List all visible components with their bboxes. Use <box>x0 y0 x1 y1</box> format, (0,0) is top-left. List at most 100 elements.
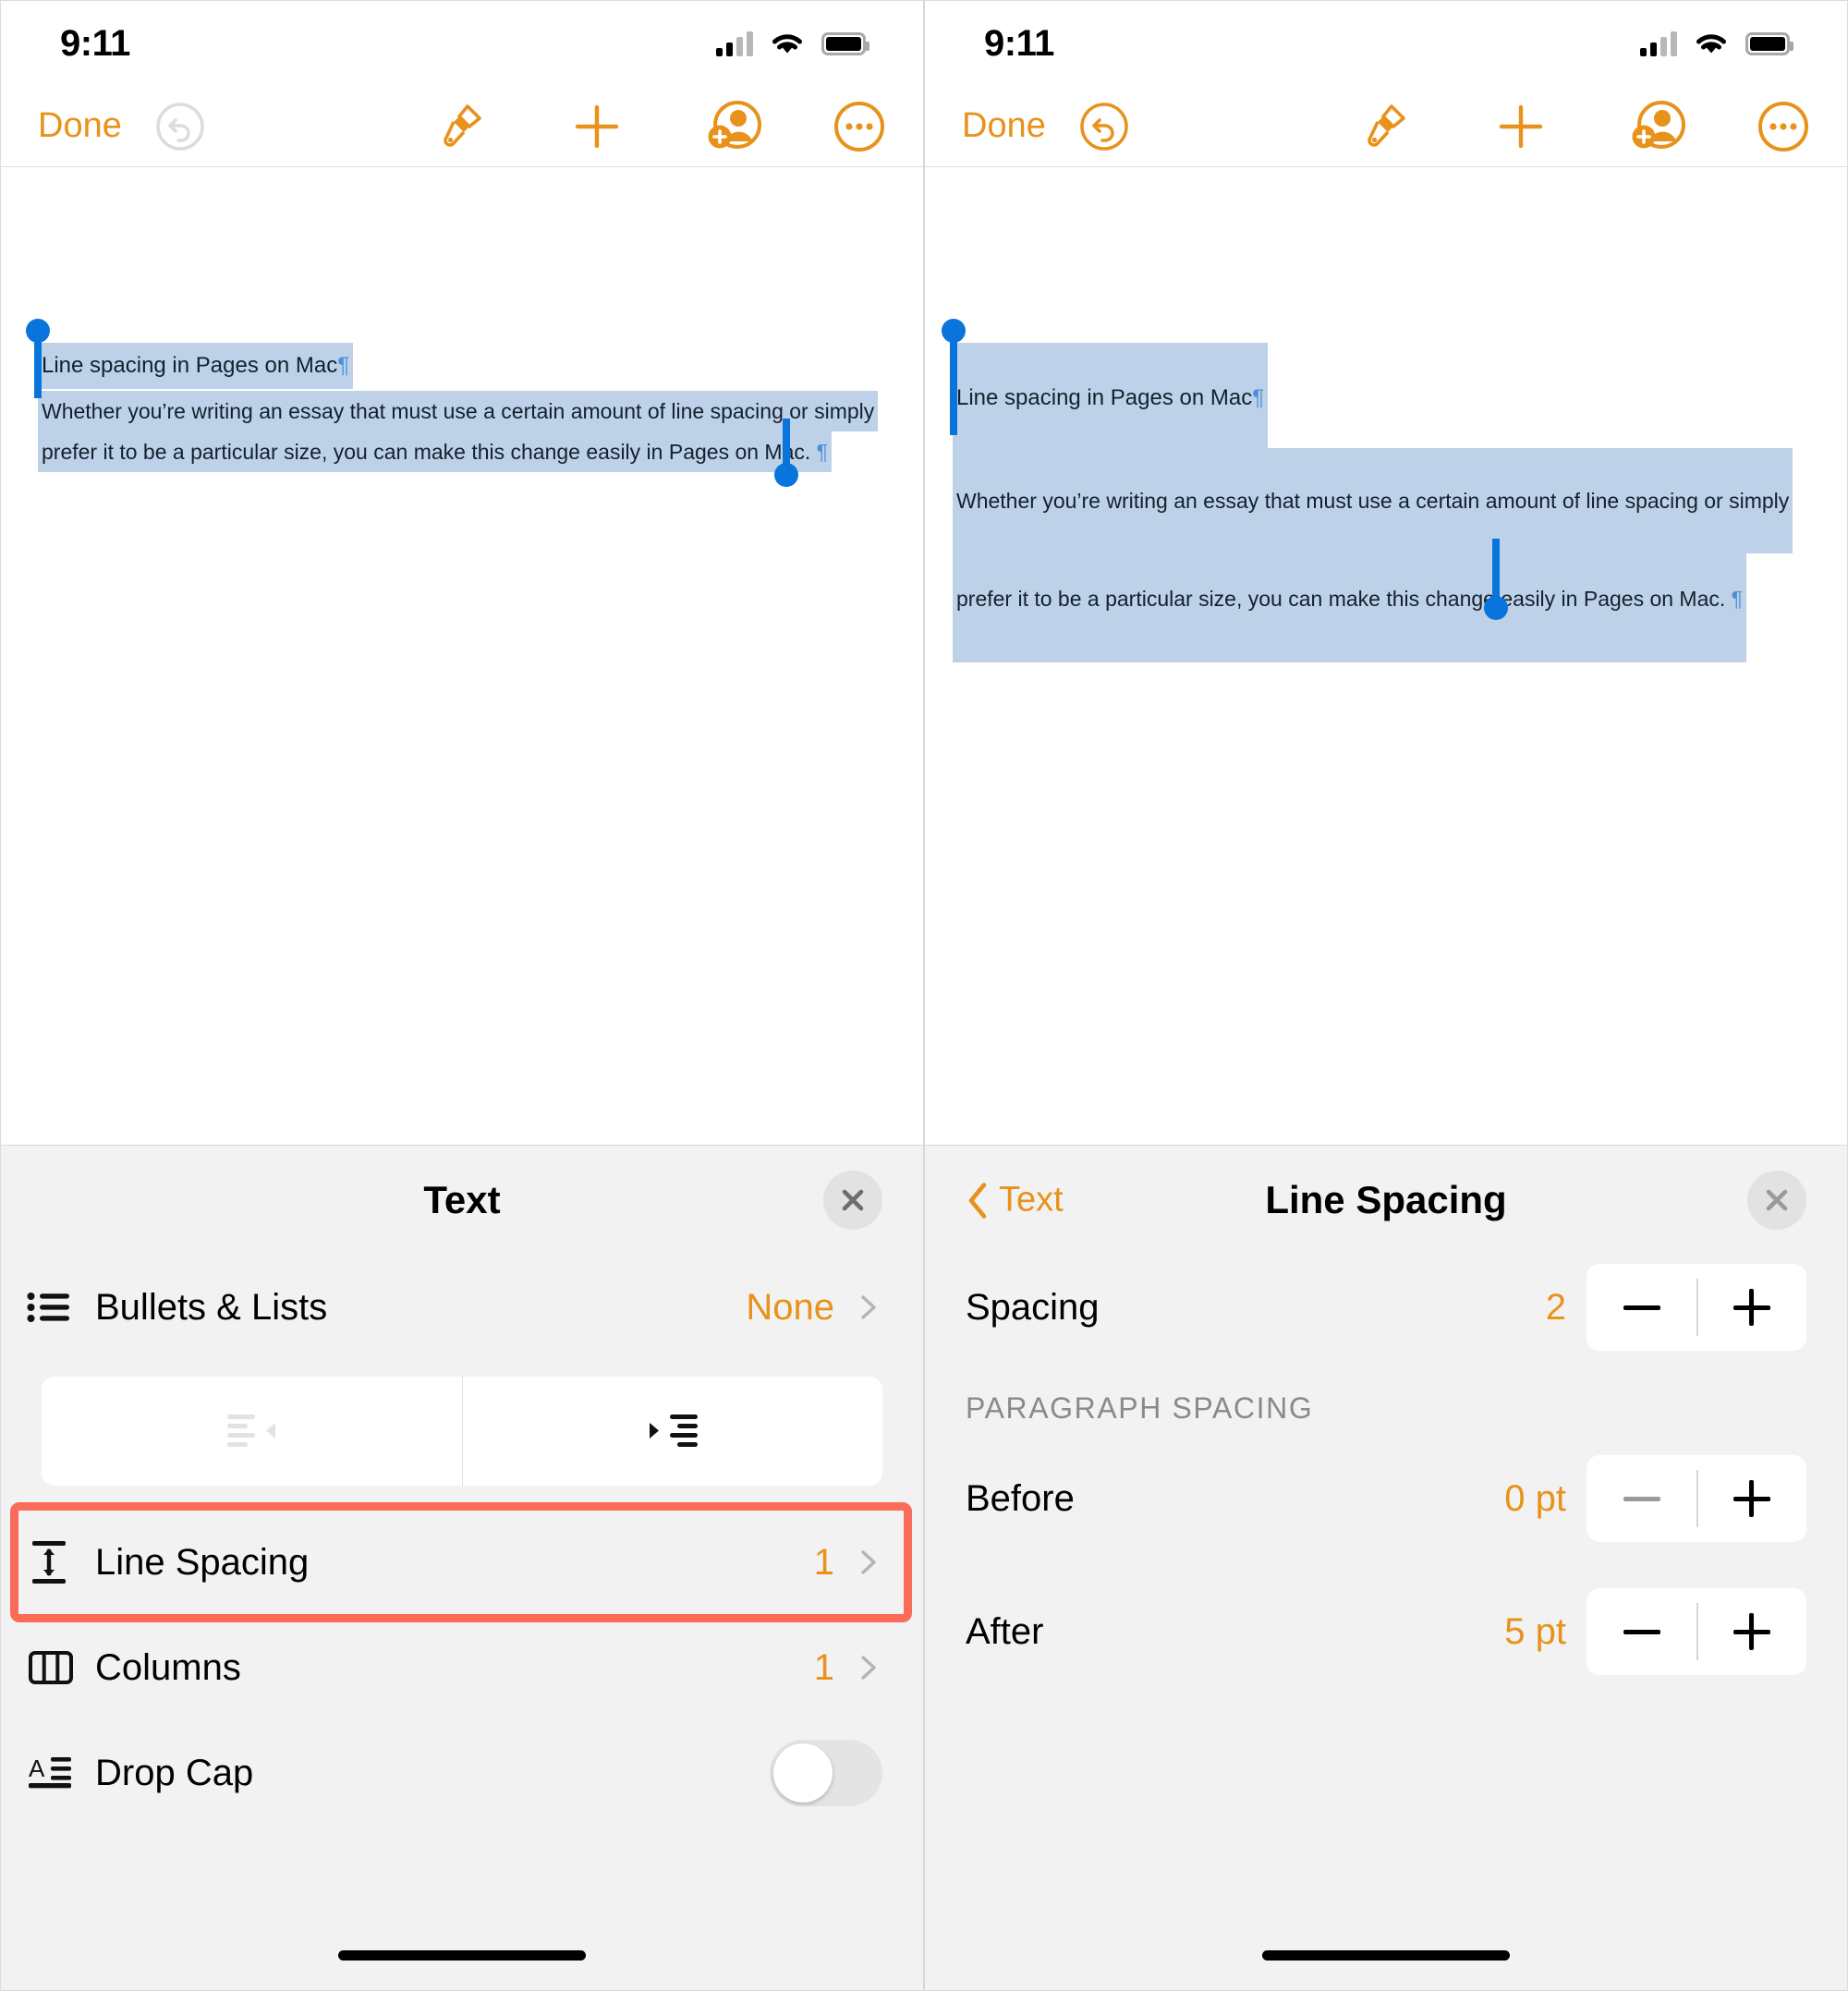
done-button[interactable]: Done <box>38 106 122 146</box>
document-canvas-after[interactable]: Line spacing in Pages on Mac¶ Whether yo… <box>925 167 1847 1145</box>
sheet-body: Bullets & Lists None Line Spacing 1 Colu… <box>1 1255 923 1920</box>
selection-end-handle[interactable] <box>1484 539 1508 620</box>
undo-icon[interactable] <box>1076 98 1133 155</box>
signal-bars-icon <box>1640 30 1677 56</box>
undo-icon[interactable] <box>152 98 209 155</box>
close-icon[interactable] <box>823 1171 882 1230</box>
after-stepper[interactable] <box>1587 1588 1806 1675</box>
minus-icon <box>1623 1305 1660 1310</box>
minus-icon <box>1623 1629 1660 1634</box>
plus-icon <box>1732 1480 1770 1517</box>
minus-icon <box>1623 1496 1660 1501</box>
battery-icon <box>821 31 869 55</box>
sheet-title: Text <box>423 1178 501 1221</box>
signal-bars-icon <box>716 30 753 56</box>
drop-cap-icon: A <box>27 1753 95 1793</box>
document-body-line-1: Whether you’re writing an essay that mus… <box>38 391 879 431</box>
selection-start-handle[interactable] <box>942 319 966 435</box>
paragraph-spacing-caption: PARAGRAPH SPACING <box>966 1391 1314 1425</box>
status-bar: 9:11 <box>1 1 923 86</box>
row-label: Line Spacing <box>95 1541 310 1583</box>
document-body-line-2: prefer it to be a particular size, you c… <box>953 546 1747 662</box>
after-decrement-button[interactable] <box>1587 1588 1696 1675</box>
sheet-title: Line Spacing <box>1265 1178 1507 1221</box>
row-after: After 5 pt <box>925 1579 1847 1684</box>
selection-end-handle[interactable] <box>774 419 798 487</box>
format-sheet-text: Text Bullets & Lists None Line Spacing 1… <box>1 1145 923 1990</box>
row-label: Drop Cap <box>95 1752 254 1793</box>
indent-button-group <box>42 1377 882 1486</box>
decrease-indent-icon[interactable] <box>42 1377 462 1486</box>
row-line-spacing[interactable]: Line Spacing 1 <box>1 1502 923 1622</box>
row-label: Bullets & Lists <box>95 1286 328 1328</box>
document-text-block[interactable]: Line spacing in Pages on Mac¶ Whether yo… <box>942 319 1812 662</box>
document-heading: Line spacing in Pages on Mac¶ <box>953 343 1269 461</box>
format-sheet-line-spacing: Text Line Spacing Spacing 2 PARAGRAPH SP… <box>925 1145 1847 1990</box>
row-label: Before <box>966 1477 1075 1519</box>
screen-after: 9:11 Done Line spacing in Pages on Mac¶ … <box>924 0 1848 1991</box>
row-label: After <box>966 1610 1044 1652</box>
sheet-header: Text Line Spacing <box>925 1146 1847 1255</box>
row-value: 0 pt <box>1504 1477 1566 1519</box>
sheet-body: Spacing 2 PARAGRAPH SPACING Before 0 pt <box>925 1255 1847 1920</box>
battery-icon <box>1745 31 1793 55</box>
row-value: 1 <box>813 1541 834 1583</box>
back-label: Text <box>999 1180 1064 1220</box>
chevron-right-icon <box>861 1656 876 1680</box>
plus-icon[interactable] <box>1492 98 1550 155</box>
paintbrush-icon[interactable] <box>1354 98 1411 155</box>
row-label: Spacing <box>966 1286 1100 1328</box>
spacing-stepper[interactable] <box>1587 1264 1806 1351</box>
status-indicators <box>716 30 869 57</box>
after-increment-button[interactable] <box>1696 1588 1806 1675</box>
row-value: 1 <box>813 1646 834 1688</box>
plus-icon <box>1732 1613 1770 1650</box>
row-value: 5 pt <box>1504 1610 1566 1652</box>
app-toolbar: Done <box>925 86 1847 167</box>
status-time: 9:11 <box>60 22 130 64</box>
before-increment-button[interactable] <box>1696 1455 1806 1542</box>
plus-icon[interactable] <box>568 98 626 155</box>
ellipsis-circle-icon[interactable] <box>831 98 888 155</box>
document-canvas-before[interactable]: Line spacing in Pages on Mac¶ Whether yo… <box>1 167 923 1145</box>
document-heading: Line spacing in Pages on Mac¶ <box>38 343 354 389</box>
status-indicators <box>1640 30 1793 57</box>
done-button[interactable]: Done <box>962 106 1046 146</box>
bullets-list-icon <box>27 1289 95 1326</box>
add-person-icon[interactable] <box>1631 98 1688 155</box>
before-stepper[interactable] <box>1587 1455 1806 1542</box>
row-value: 2 <box>1545 1286 1566 1328</box>
spacing-increment-button[interactable] <box>1696 1264 1806 1351</box>
svg-text:A: A <box>29 1754 45 1782</box>
row-drop-cap[interactable]: A Drop Cap <box>1 1720 923 1826</box>
drop-cap-toggle[interactable] <box>770 1740 882 1806</box>
row-spacing: Spacing 2 <box>925 1255 1847 1360</box>
paintbrush-icon[interactable] <box>430 98 487 155</box>
wifi-icon <box>772 33 802 53</box>
document-text-block[interactable]: Line spacing in Pages on Mac¶ Whether yo… <box>26 319 879 487</box>
wifi-icon <box>1696 33 1726 53</box>
row-columns[interactable]: Columns 1 <box>1 1615 923 1720</box>
columns-icon <box>27 1647 95 1688</box>
selection-start-handle[interactable] <box>26 319 50 398</box>
sheet-header: Text <box>1 1146 923 1255</box>
back-to-text-button[interactable]: Text <box>966 1181 1064 1220</box>
two-screenshot-comparison: 9:11 Done Line spacing in Pages on Mac¶ … <box>0 0 1848 1991</box>
document-body-line-1: Whether you’re writing an essay that mus… <box>953 448 1793 553</box>
row-value: None <box>746 1286 834 1328</box>
increase-indent-icon[interactable] <box>462 1377 882 1486</box>
close-icon[interactable] <box>1747 1171 1806 1230</box>
screen-before: 9:11 Done Line spacing in Pages on Mac¶ … <box>0 0 924 1991</box>
spacing-decrement-button[interactable] <box>1587 1264 1696 1351</box>
row-bullets-and-lists[interactable]: Bullets & Lists None <box>1 1255 923 1360</box>
row-label: Columns <box>95 1646 241 1688</box>
home-indicator <box>925 1920 1847 1990</box>
status-time: 9:11 <box>984 22 1054 64</box>
ellipsis-circle-icon[interactable] <box>1755 98 1812 155</box>
before-decrement-button[interactable] <box>1587 1455 1696 1542</box>
row-before: Before 0 pt <box>925 1446 1847 1551</box>
chevron-left-icon <box>968 1182 987 1219</box>
chevron-right-icon <box>861 1550 876 1574</box>
plus-icon <box>1732 1289 1770 1326</box>
add-person-icon[interactable] <box>707 98 764 155</box>
